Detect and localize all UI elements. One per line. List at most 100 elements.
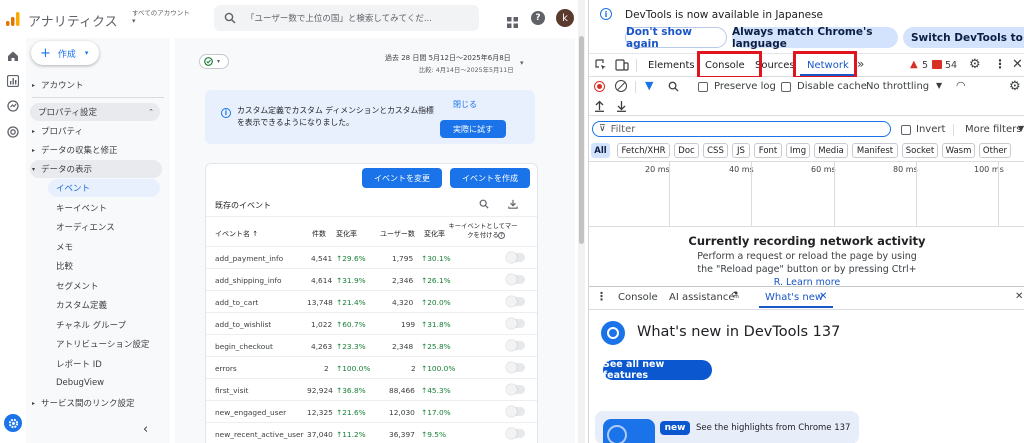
banner-close-link[interactable]: 閉じる: [453, 99, 477, 110]
try-it-button[interactable]: 実際に試す: [440, 120, 506, 138]
chip-other[interactable]: Other: [979, 143, 1011, 158]
search-icon[interactable]: [668, 81, 679, 92]
nav-service-links[interactable]: ▸ サービス間のリンク設定: [32, 394, 135, 412]
modify-event-button[interactable]: イベントを変更: [362, 168, 442, 188]
chip-fetch-xhr[interactable]: Fetch/XHR: [617, 143, 670, 158]
key-event-toggle[interactable]: [506, 362, 525, 373]
warning-count[interactable]: 5: [922, 60, 928, 71]
home-icon[interactable]: [7, 47, 19, 66]
more-tabs-icon[interactable]: »: [857, 57, 864, 71]
filter-input[interactable]: ⊽ Filter: [592, 121, 891, 137]
nav-item-key-events[interactable]: キーイベント: [56, 199, 107, 217]
nav-item-audiences[interactable]: オーディエンス: [56, 218, 115, 236]
column-change-users[interactable]: 変化率: [424, 229, 445, 239]
search-icon[interactable]: [479, 199, 489, 209]
key-event-toggle[interactable]: [506, 252, 525, 263]
chip-media[interactable]: Media: [814, 143, 848, 158]
device-toolbar-icon[interactable]: [615, 59, 629, 71]
import-har-icon[interactable]: [594, 100, 605, 112]
chip-all[interactable]: All: [591, 143, 610, 158]
invert-label[interactable]: Invert: [916, 124, 945, 135]
nav-data-collection[interactable]: ▸ データの収集と修正: [32, 141, 118, 159]
nav-item-comparisons[interactable]: 比較: [56, 257, 73, 275]
collapse-nav-icon[interactable]: ‹: [143, 422, 148, 437]
nav-item-attribution[interactable]: アトリビューション設定: [56, 335, 149, 353]
key-event-toggle[interactable]: [506, 318, 525, 329]
match-language-button[interactable]: Always match Chrome's language: [732, 26, 898, 50]
nav-property-settings[interactable]: プロパティ設定 ⌃: [30, 103, 160, 121]
explore-icon[interactable]: [7, 97, 19, 116]
reports-icon[interactable]: [6, 72, 20, 91]
clear-icon[interactable]: [615, 80, 627, 92]
column-change[interactable]: 変化率: [336, 229, 357, 239]
nav-item-notes[interactable]: メモ: [56, 238, 73, 256]
invert-checkbox[interactable]: [901, 125, 911, 135]
chip-js[interactable]: JS: [732, 143, 750, 158]
highlights-card[interactable]: new See the highlights from Chrome 137: [595, 411, 859, 443]
apps-grid-icon[interactable]: [507, 13, 518, 32]
nav-property[interactable]: ▸ プロパティ: [32, 122, 83, 140]
tab-elements[interactable]: Elements: [648, 60, 695, 71]
avatar[interactable]: k: [556, 9, 574, 27]
date-range[interactable]: 過去 28 日間 5月12日～2025年6月8日: [385, 53, 511, 63]
disable-cache-checkbox[interactable]: [781, 82, 791, 92]
nav-item-segments[interactable]: セグメント: [56, 277, 99, 295]
network-conditions-icon[interactable]: ◠: [956, 79, 966, 92]
inspect-element-icon[interactable]: [595, 59, 607, 71]
nav-item-channel-groups[interactable]: チャネル グループ: [56, 316, 126, 334]
account-label[interactable]: すべてのアカウント: [132, 7, 190, 17]
drawer-tab-ai-assistance[interactable]: AI assistance: [669, 292, 735, 303]
column-users[interactable]: ユーザー数: [380, 229, 415, 239]
error-icon[interactable]: [932, 60, 942, 69]
search-input[interactable]: 「ユーザー数で上位の国」と検索してみてくだ...: [246, 12, 432, 24]
download-icon[interactable]: [508, 199, 518, 209]
analytics-logo-icon[interactable]: [6, 11, 20, 26]
disable-cache-label[interactable]: Disable cache: [797, 81, 867, 92]
chip-socket[interactable]: Socket: [902, 143, 938, 158]
key-event-toggle[interactable]: [506, 296, 525, 307]
page-scrollbar[interactable]: [578, 0, 585, 443]
nav-item-custom-definitions[interactable]: カスタム定義: [56, 296, 107, 314]
record-icon[interactable]: [594, 81, 605, 92]
warning-icon[interactable]: ▲: [910, 59, 918, 70]
create-button[interactable]: + 作成 ▾: [31, 41, 99, 65]
nav-item-report-id[interactable]: レポート ID: [56, 355, 102, 373]
preserve-log-label[interactable]: Preserve log: [714, 81, 776, 92]
key-event-toggle[interactable]: [506, 406, 525, 417]
chip-font[interactable]: Font: [754, 143, 782, 158]
close-icon[interactable]: ✕: [819, 291, 827, 302]
more-filters-dropdown[interactable]: More filters: [965, 124, 1021, 135]
column-count[interactable]: 件数: [312, 229, 326, 239]
date-dropdown-icon[interactable]: ▾: [520, 59, 524, 67]
column-event-name[interactable]: イベント名 ↑: [215, 229, 258, 239]
error-count[interactable]: 54: [945, 60, 957, 71]
close-drawer-icon[interactable]: ✕: [1015, 291, 1023, 302]
filter-funnel-icon[interactable]: ▼: [645, 79, 653, 92]
key-event-toggle[interactable]: [506, 274, 525, 285]
help-icon[interactable]: ?: [531, 11, 545, 25]
nav-item-debugview[interactable]: DebugView: [56, 374, 104, 392]
close-icon[interactable]: ✕: [1012, 57, 1023, 72]
drawer-tab-console[interactable]: Console: [618, 292, 658, 303]
scrollbar-thumb[interactable]: [579, 36, 584, 244]
status-check-button[interactable]: ▾: [199, 54, 229, 69]
switch-language-button[interactable]: Switch DevTools to Japan: [903, 27, 1024, 48]
chip-manifest[interactable]: Manifest: [852, 143, 898, 158]
admin-gear-icon[interactable]: [4, 414, 22, 432]
chevron-down-icon[interactable]: ▼: [1018, 124, 1024, 133]
key-event-toggle[interactable]: [506, 384, 525, 395]
dont-show-button[interactable]: Don't show again: [625, 26, 727, 50]
more-options-icon[interactable]: ⋮: [994, 57, 1006, 71]
chevron-down-icon[interactable]: ▼: [936, 81, 942, 90]
see-all-features-button[interactable]: See all new features: [603, 359, 712, 381]
nav-item-events[interactable]: イベント: [48, 179, 160, 197]
drawer-menu-icon[interactable]: ⋮: [596, 290, 607, 303]
settings-gear-icon[interactable]: ⚙: [969, 57, 981, 72]
search-bar[interactable]: 「ユーザー数で上位の国」と検索してみてくだ...: [214, 5, 479, 31]
key-event-toggle[interactable]: [506, 340, 525, 351]
nav-data-display[interactable]: ▾ データの表示: [30, 160, 162, 178]
drawer-tab-whats-new[interactable]: What's new: [765, 292, 823, 303]
chip-doc[interactable]: Doc: [674, 143, 699, 158]
network-settings-gear-icon[interactable]: ⚙: [1009, 79, 1021, 94]
advertising-icon[interactable]: [7, 123, 19, 142]
